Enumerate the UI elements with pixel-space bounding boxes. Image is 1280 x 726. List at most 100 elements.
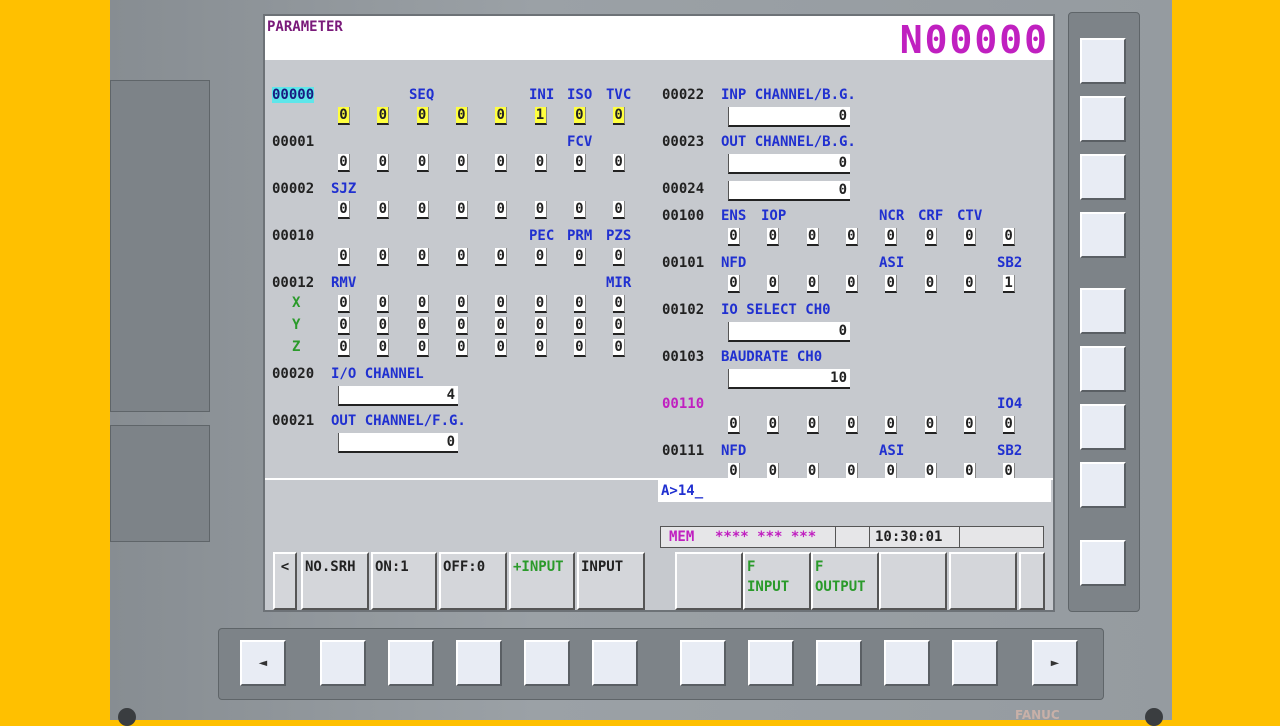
bit-cell[interactable]: 0 [495, 154, 508, 172]
param-value-field[interactable]: 0 [338, 433, 458, 453]
bit-cell[interactable]: 0 [495, 339, 508, 357]
side-key-3[interactable] [1080, 154, 1126, 200]
param-number[interactable]: 00100 [662, 208, 704, 224]
param-value-field[interactable]: 4 [338, 386, 458, 406]
bit-cell[interactable]: 0 [767, 228, 780, 246]
param-number[interactable]: 00103 [662, 349, 704, 365]
side-key-8[interactable] [1080, 462, 1126, 508]
bit-cell[interactable]: 0 [573, 295, 586, 313]
softkey-blank-3[interactable] [949, 552, 1017, 610]
bit-cell[interactable]: 0 [495, 317, 508, 335]
param-number[interactable]: 00023 [662, 134, 704, 150]
bit-cell[interactable]: 0 [534, 317, 547, 335]
param-number[interactable]: 00102 [662, 302, 704, 318]
bottom-key-3[interactable] [456, 640, 502, 686]
bit-cell[interactable]: 0 [416, 248, 429, 266]
bit-cell[interactable]: 0 [573, 339, 586, 357]
bottom-next-key[interactable]: ► [1032, 640, 1078, 686]
bit-cell[interactable]: 0 [573, 201, 586, 219]
bit-cell[interactable]: 0 [534, 339, 547, 357]
bit-cell[interactable]: 0 [338, 295, 350, 313]
param-number[interactable]: 00020 [272, 366, 314, 382]
bit-cell[interactable]: 0 [416, 317, 429, 335]
bit-cell[interactable]: 0 [377, 295, 390, 313]
param-number[interactable]: 00021 [272, 413, 314, 429]
param-value-field[interactable]: 0 [728, 181, 850, 201]
bottom-key-6[interactable] [680, 640, 726, 686]
param-number[interactable]: 00024 [662, 181, 704, 197]
side-key-6[interactable] [1080, 346, 1126, 392]
bit-cell[interactable]: 0 [416, 154, 429, 172]
bit-cell[interactable]: 0 [806, 416, 819, 434]
bit-cell[interactable]: 0 [338, 154, 350, 172]
bit-cell[interactable]: 0 [377, 248, 390, 266]
bottom-key-2[interactable] [388, 640, 434, 686]
bit-cell[interactable]: 0 [455, 201, 468, 219]
bottom-key-5[interactable] [592, 640, 638, 686]
softkey-f-output-button[interactable]: F OUTPUT [811, 552, 879, 610]
bit-cell[interactable]: 0 [495, 248, 508, 266]
bottom-key-1[interactable] [320, 640, 366, 686]
bit-cell[interactable]: 0 [455, 107, 468, 125]
bottom-key-8[interactable] [816, 640, 862, 686]
bit-cell[interactable]: 0 [573, 154, 586, 172]
bit-cell[interactable]: 0 [377, 154, 390, 172]
bottom-prev-key[interactable]: ◄ [240, 640, 286, 686]
bit-cell[interactable]: 0 [377, 317, 390, 335]
softkey-next-button[interactable] [1019, 552, 1045, 610]
bit-cell[interactable]: 0 [573, 107, 586, 125]
side-key-1[interactable] [1080, 38, 1126, 84]
bit-cell[interactable]: 0 [455, 317, 468, 335]
bit-cell[interactable]: 0 [338, 201, 350, 219]
softkey-blank-2[interactable] [879, 552, 947, 610]
bit-cell[interactable]: 0 [613, 201, 626, 219]
bit-cell[interactable]: 0 [534, 154, 547, 172]
bit-cell[interactable]: 0 [1003, 228, 1016, 246]
bit-cell[interactable]: 0 [963, 275, 976, 293]
bit-cell[interactable]: 0 [534, 201, 547, 219]
bit-cell[interactable]: 0 [806, 275, 819, 293]
bit-cell[interactable]: 0 [767, 416, 780, 434]
softkey-plus-input-button[interactable]: +INPUT [509, 552, 575, 610]
bit-cell[interactable]: 0 [338, 317, 350, 335]
bottom-key-10[interactable] [952, 640, 998, 686]
bit-cell[interactable]: 0 [613, 107, 626, 125]
param-value-field[interactable]: 0 [728, 154, 850, 174]
bit-cell[interactable]: 0 [573, 317, 586, 335]
side-key-4[interactable] [1080, 212, 1126, 258]
bit-cell[interactable]: 0 [455, 295, 468, 313]
bit-cell[interactable]: 0 [613, 154, 626, 172]
bit-cell[interactable]: 0 [845, 228, 858, 246]
bit-cell[interactable]: 0 [338, 248, 350, 266]
key-input-buffer[interactable]: A>14_ [658, 480, 1051, 502]
param-number[interactable]: 00002 [272, 181, 314, 197]
param-number[interactable]: 00012 [272, 275, 314, 291]
side-key-2[interactable] [1080, 96, 1126, 142]
bit-cell[interactable]: 0 [963, 416, 976, 434]
bit-cell[interactable]: 0 [845, 416, 858, 434]
bit-cell[interactable]: 0 [338, 107, 350, 125]
bit-cell[interactable]: 0 [573, 248, 586, 266]
bit-cell[interactable]: 0 [416, 201, 429, 219]
bit-cell[interactable]: 0 [885, 275, 898, 293]
bit-cell[interactable]: 0 [495, 295, 508, 313]
param-value-field[interactable]: 0 [728, 322, 850, 342]
bit-cell[interactable]: 0 [534, 295, 547, 313]
bit-cell[interactable]: 0 [885, 228, 898, 246]
bit-cell[interactable]: 0 [885, 416, 898, 434]
bit-cell[interactable]: 0 [613, 248, 626, 266]
bit-cell[interactable]: 0 [455, 154, 468, 172]
bit-cell[interactable]: 0 [845, 275, 858, 293]
bit-cell[interactable]: 0 [416, 339, 429, 357]
param-number[interactable]: 00000 [272, 87, 315, 103]
side-key-7[interactable] [1080, 404, 1126, 450]
param-number[interactable]: 00101 [662, 255, 704, 271]
bit-cell[interactable]: 0 [924, 275, 937, 293]
param-number[interactable]: 00110 [662, 396, 704, 412]
bit-cell[interactable]: 0 [963, 228, 976, 246]
bit-cell[interactable]: 0 [338, 339, 350, 357]
bit-cell[interactable]: 0 [377, 107, 390, 125]
softkey-blank-1[interactable] [675, 552, 743, 610]
param-number[interactable]: 00010 [272, 228, 314, 244]
bit-cell[interactable]: 0 [1003, 416, 1016, 434]
